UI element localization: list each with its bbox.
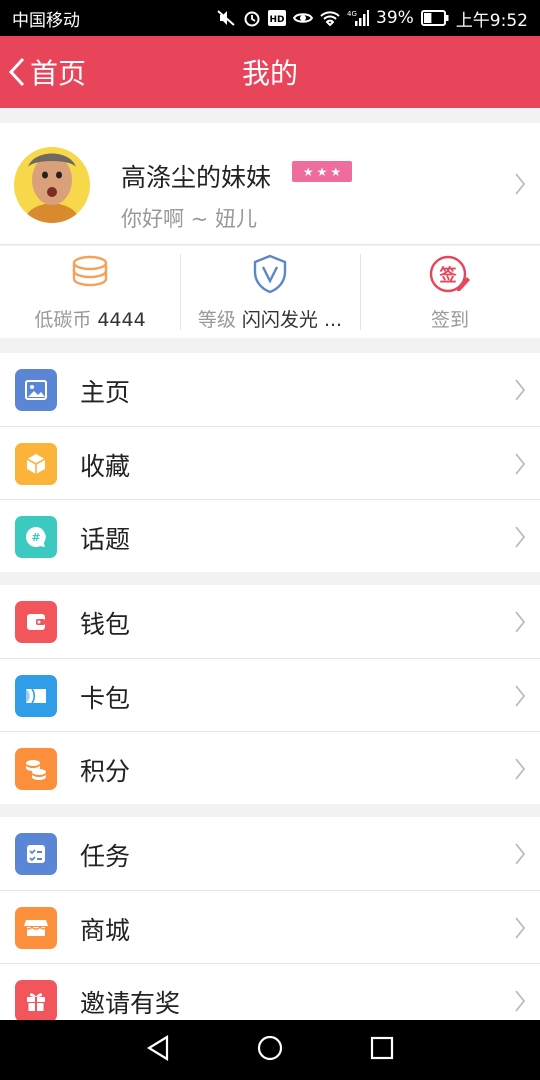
stat-coins[interactable]: 低碳币 4444	[0, 246, 180, 338]
home-nav-button[interactable]	[256, 1034, 284, 1066]
chevron-right-icon	[515, 611, 526, 633]
cube-icon	[15, 443, 57, 485]
sign-in-label: 签到	[430, 309, 469, 331]
triangle-back-icon	[146, 1035, 169, 1061]
store-icon	[15, 907, 57, 949]
user-name: 高涤尘的妹妹	[121, 163, 272, 192]
chevron-right-icon	[515, 990, 526, 1012]
chevron-right-icon	[515, 453, 526, 475]
level-stars-badge: ★ ★ ★	[292, 161, 352, 182]
alarm-icon	[243, 9, 261, 27]
menu-group-finance: 钱包 卡包 积分	[0, 585, 540, 804]
menu-item-topics[interactable]: # 话题	[0, 499, 540, 572]
svg-text:HD: HD	[270, 15, 285, 25]
coins-stack-icon	[72, 255, 108, 287]
chevron-right-icon	[515, 843, 526, 865]
mute-icon	[216, 9, 236, 27]
chevron-right-icon	[515, 758, 526, 780]
menu-item-store[interactable]: 商城	[0, 890, 540, 963]
menu-item-label: 邀请有奖	[80, 989, 181, 1018]
chevron-right-icon	[515, 685, 526, 707]
hd-icon: HD	[268, 10, 287, 26]
star-icon: ★	[302, 164, 314, 179]
menu-item-label: 卡包	[80, 684, 131, 713]
status-bar: 中国移动 HD 4G 39% 上午9:52	[0, 0, 540, 36]
wallet-icon	[15, 601, 57, 643]
star-icon: ★	[316, 164, 328, 179]
signal-icon: 4G	[347, 9, 370, 27]
recents-nav-button[interactable]	[369, 1035, 395, 1065]
sign-in-icon: 签	[429, 255, 470, 293]
eye-icon	[293, 11, 314, 25]
svg-text:#: #	[31, 531, 40, 544]
stats-row: 低碳币 4444 等级 闪闪发光 ... 签 签到	[0, 246, 540, 338]
stat-sign-in[interactable]: 签 签到	[360, 246, 540, 338]
sign-glyph: 签	[439, 265, 458, 286]
image-icon	[15, 369, 57, 411]
menu-item-tasks[interactable]: 任务	[0, 817, 540, 890]
coins-label: 低碳币	[34, 309, 92, 331]
battery-percent: 39%	[376, 8, 414, 28]
menu-group-profile: 主页 收藏 # 话题	[0, 353, 540, 572]
system-nav-bar	[0, 1020, 540, 1080]
menu-item-points[interactable]: 积分	[0, 731, 540, 804]
points-coins-icon	[15, 748, 57, 790]
avatar	[14, 147, 90, 223]
level-label: 等级	[197, 309, 236, 331]
network-type-label: 4G	[347, 10, 357, 18]
circle-home-icon	[257, 1035, 283, 1061]
wifi-icon	[320, 10, 340, 26]
menu-item-label: 任务	[80, 842, 131, 871]
profile-card[interactable]: 高涤尘的妹妹 ★ ★ ★ 你好啊 ~ 妞儿	[0, 123, 540, 245]
menu-item-label: 话题	[80, 525, 131, 554]
menu-item-label: 主页	[80, 378, 131, 407]
clock-time: 上午9:52	[455, 10, 528, 31]
back-nav-button[interactable]	[145, 1034, 171, 1066]
coins-value: 4444	[97, 309, 146, 331]
back-label: 首页	[30, 57, 87, 90]
star-icon: ★	[330, 164, 342, 179]
shield-v-icon	[253, 254, 287, 294]
menu-item-favorites[interactable]: 收藏	[0, 426, 540, 499]
menu-item-label: 收藏	[80, 452, 131, 481]
chevron-right-icon	[515, 526, 526, 548]
task-list-icon	[15, 833, 57, 875]
card-icon	[15, 675, 57, 717]
menu-item-cards[interactable]: 卡包	[0, 658, 540, 731]
chevron-right-icon	[515, 917, 526, 939]
menu-item-label: 商城	[80, 916, 131, 945]
title-bar: 首页 我的	[0, 36, 540, 108]
chevron-right-icon	[515, 379, 526, 401]
back-button[interactable]: 首页	[8, 36, 86, 108]
level-value: 闪闪发光 ...	[241, 309, 343, 331]
menu-item-label: 积分	[80, 757, 131, 786]
menu-item-wallet[interactable]: 钱包	[0, 585, 540, 658]
square-recents-icon	[370, 1036, 394, 1060]
menu-group-rewards: 任务 商城 邀请有奖	[0, 817, 540, 1036]
menu-item-home[interactable]: 主页	[0, 353, 540, 426]
carrier-name: 中国移动	[12, 10, 80, 31]
stat-level[interactable]: 等级 闪闪发光 ...	[180, 246, 360, 338]
chevron-left-icon	[8, 57, 25, 87]
topic-bubble-icon: #	[15, 516, 57, 558]
menu-item-label: 钱包	[80, 610, 131, 639]
gift-icon	[15, 980, 57, 1022]
chevron-right-icon	[515, 173, 526, 195]
user-signature: 你好啊 ~ 妞儿	[121, 207, 257, 231]
battery-icon	[420, 10, 449, 26]
